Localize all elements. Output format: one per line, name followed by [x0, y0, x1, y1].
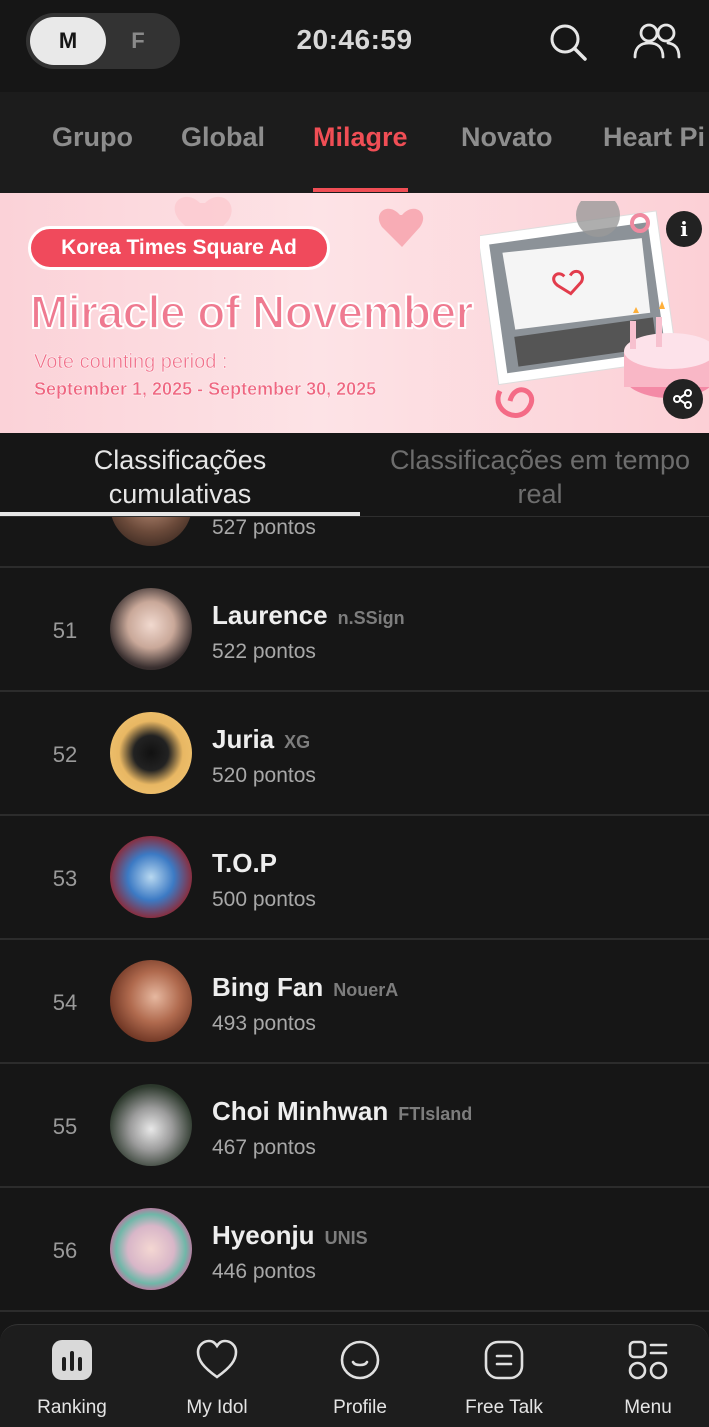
idol-name: T.O.P [212, 848, 278, 878]
nav-free-talk[interactable]: Free Talk [433, 1339, 575, 1419]
banner-period-dates: September 1, 2025 - September 30, 2025 [34, 379, 377, 399]
tab-heart-pick[interactable]: Heart Pi [603, 122, 705, 153]
tab-cumulative-ranking[interactable]: Classificações cumulativas [0, 443, 360, 511]
avatar[interactable] [110, 1084, 192, 1166]
rank-number: 55 [52, 1114, 78, 1139]
category-tabs: Grupo Global Milagre Novato Heart Pi [0, 92, 709, 193]
tab-novato[interactable]: Novato [461, 122, 553, 153]
nav-my-idol-label: My Idol [186, 1397, 248, 1418]
bottom-navigation: Ranking My Idol Profile Free Talk Menu [0, 1324, 709, 1427]
ranking-row-partial[interactable]: 527 pontos [0, 517, 709, 568]
ranking-icon [52, 1340, 92, 1380]
tab-global[interactable]: Global [181, 122, 265, 153]
idol-name: Choi Minhwan [212, 1096, 389, 1126]
chat-icon [484, 1340, 524, 1380]
group-name: UNIS [324, 1228, 368, 1248]
active-subtab-indicator [0, 512, 360, 516]
tab-realtime-line2: real [517, 479, 563, 509]
info-icon[interactable]: i [666, 211, 702, 247]
points: 527 pontos [212, 517, 316, 539]
nav-ranking[interactable]: Ranking [1, 1339, 143, 1419]
ranking-row[interactable]: 51 Laurence n.SSign 522 pontos [0, 568, 709, 692]
heart-icon [196, 1339, 238, 1379]
ranking-row[interactable]: 52 Juria XG 520 pontos [0, 692, 709, 816]
rank-number: 53 [52, 866, 78, 891]
banner-badge: Korea Times Square Ad [28, 226, 330, 270]
points: 500 pontos [212, 888, 316, 911]
tab-realtime-ranking[interactable]: Classificações em tempo real [360, 443, 709, 511]
avatar[interactable] [110, 1208, 192, 1290]
banner-title: Miracle of November [29, 285, 474, 339]
group-name: NouerA [333, 980, 399, 1000]
points: 522 pontos [212, 640, 316, 663]
points: 520 pontos [212, 764, 316, 787]
rank-number: 51 [52, 618, 78, 643]
ranking-list[interactable]: 527 pontos 51 Laurence n.SSign 522 pontos… [0, 517, 709, 1327]
group-name: n.SSign [337, 608, 405, 628]
banner-period-label: Vote counting period : [34, 351, 228, 373]
rank-number: 54 [52, 990, 78, 1015]
active-tab-indicator [313, 188, 408, 192]
avatar[interactable] [110, 960, 192, 1042]
tab-realtime-line1: Classificações em tempo [389, 445, 691, 475]
nav-profile[interactable]: Profile [289, 1339, 431, 1419]
avatar [110, 517, 192, 546]
clock: 20:46:59 [296, 24, 413, 55]
event-banner[interactable]: Korea Times Square Ad Miracle of Novembe… [0, 193, 709, 433]
nav-menu[interactable]: Menu [577, 1339, 709, 1419]
idol-name: Hyeonju [212, 1220, 315, 1250]
search-icon[interactable] [546, 20, 590, 64]
points: 467 pontos [212, 1136, 316, 1159]
share-icon[interactable] [663, 379, 703, 419]
ranking-row[interactable]: 55 Choi Minhwan FTIsland 467 pontos [0, 1064, 709, 1188]
rank-number: 56 [52, 1238, 78, 1263]
smile-icon [340, 1340, 380, 1380]
people-icon[interactable] [632, 20, 682, 64]
group-name: FTIsland [398, 1104, 473, 1124]
avatar[interactable] [110, 712, 192, 794]
points: 493 pontos [212, 1012, 316, 1035]
idol-name: Bing Fan [212, 972, 324, 1002]
avatar[interactable] [110, 588, 192, 670]
top-bar: M F 20:46:59 [0, 0, 709, 92]
menu-grid-icon [628, 1340, 668, 1380]
nav-menu-label: Menu [624, 1397, 672, 1418]
avatar[interactable] [110, 836, 192, 918]
tab-cumulative-line1: Classificações [93, 445, 267, 475]
tab-cumulative-line2: cumulativas [108, 479, 252, 509]
nav-ranking-label: Ranking [37, 1397, 107, 1418]
ranking-row[interactable]: 54 Bing Fan NouerA 493 pontos [0, 940, 709, 1064]
ranking-row[interactable]: 53 T.O.P 500 pontos [0, 816, 709, 940]
tab-grupo[interactable]: Grupo [52, 122, 133, 153]
idol-name: Laurence [212, 600, 328, 630]
nav-profile-label: Profile [333, 1397, 387, 1418]
tab-milagre[interactable]: Milagre [313, 122, 408, 153]
idol-name: Juria [212, 724, 275, 754]
ranking-row[interactable]: 56 Hyeonju UNIS 446 pontos [0, 1188, 709, 1312]
nav-free-talk-label: Free Talk [465, 1397, 543, 1418]
ranking-type-tabs: Classificações cumulativas Classificaçõe… [0, 433, 709, 517]
nav-my-idol[interactable]: My Idol [146, 1339, 288, 1419]
group-name: XG [284, 732, 311, 752]
rank-number: 52 [52, 742, 78, 767]
points: 446 pontos [212, 1260, 316, 1283]
